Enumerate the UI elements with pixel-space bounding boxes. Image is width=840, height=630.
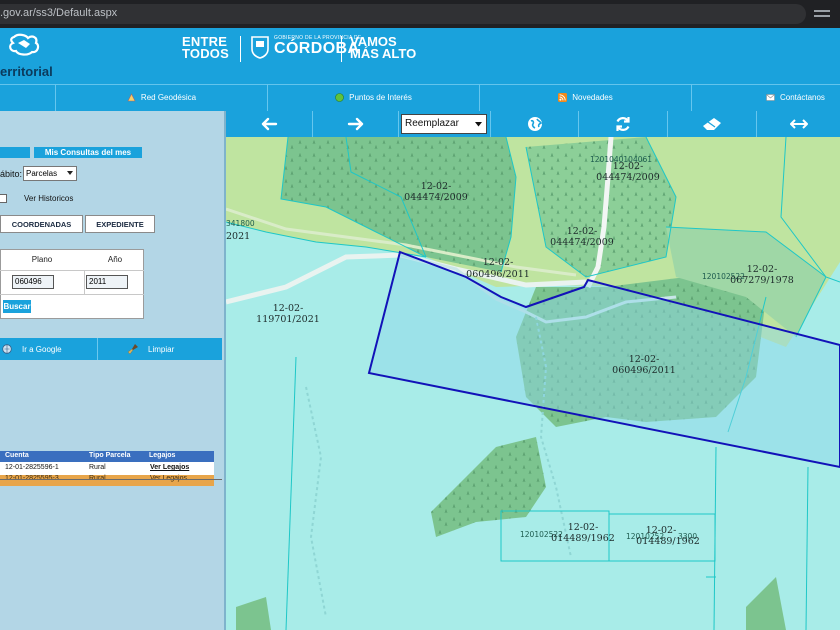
parcel-label: 12-02-	[483, 257, 514, 268]
parcel-label: 044474/2009	[550, 237, 614, 248]
brand-cordoba: CÓRDOBA	[274, 40, 360, 57]
nav-label: Novedades	[572, 93, 613, 102]
tab-mis-consultas[interactable]: Mis Consultas del mes	[34, 147, 142, 158]
parcel-label: 12-02-	[629, 354, 660, 365]
parcel-label: 12-02-	[273, 303, 304, 314]
coordenadas-button[interactable]: COORDENADAS	[0, 215, 83, 233]
row-cuenta: 12-01-2825596-1	[5, 464, 59, 471]
parcel-label: 060496/2011	[612, 365, 676, 376]
url-text: .gov.ar/ss3/Default.aspx	[0, 7, 118, 19]
geodesic-icon	[127, 93, 136, 102]
arrow-left-icon	[261, 117, 278, 131]
anio-header: Año	[107, 255, 123, 264]
historicos-label: Ver Historicos	[24, 194, 74, 203]
mail-icon	[766, 94, 775, 101]
brand-vamos-line2: MÁS ALTO	[350, 46, 417, 61]
rss-icon	[558, 93, 568, 102]
form-divider	[0, 270, 144, 271]
refresh-button[interactable]	[578, 111, 667, 137]
historicos-checkbox[interactable]	[0, 194, 7, 203]
brand-separator	[240, 36, 241, 62]
plano-input[interactable]: 060496	[12, 275, 54, 289]
parcel-label: 014489/1962	[551, 533, 615, 544]
broom-icon[interactable]	[127, 343, 139, 355]
brand-entre-line2: TODOS	[182, 46, 229, 61]
nav-label: Contáctanos	[780, 93, 825, 102]
form-divider	[0, 294, 144, 295]
measure-icon	[789, 119, 808, 129]
arrow-right-icon	[347, 117, 363, 131]
col-legajos: Legajos	[149, 452, 176, 459]
parcel-label: 12-02-	[747, 264, 778, 275]
ir-a-google-link[interactable]: Ir a Google	[22, 345, 62, 354]
parcel-label: 12-02-	[646, 525, 677, 536]
url-field[interactable]	[0, 4, 806, 24]
nav-label: Puntos de Interés	[349, 93, 412, 102]
google-globe-icon[interactable]	[2, 344, 12, 354]
nav-item-contactanos[interactable]: Contáctanos	[691, 84, 840, 111]
ambito-select[interactable]: Parcelas	[23, 166, 77, 181]
parcel-code: 341800	[226, 219, 255, 228]
parcel-label: 12-02-	[613, 161, 644, 172]
forward-button[interactable]	[312, 111, 398, 137]
parcel-label: 2021	[226, 231, 250, 242]
brand-vamos-mas-alto: VAMOS MÁS ALTO	[350, 35, 417, 61]
tab-consultas-left[interactable]	[0, 147, 30, 158]
nav-item-red-geodesica[interactable]: Red Geodésica	[55, 84, 267, 111]
poi-icon	[335, 93, 344, 102]
province-seal-icon	[251, 36, 269, 59]
nav-label: Red Geodésica	[140, 93, 197, 102]
ver-legajos-link[interactable]: Ver Legajos	[150, 464, 189, 471]
limpiar-link[interactable]: Limpiar	[148, 345, 174, 354]
brand-separator	[341, 36, 342, 62]
nav-item-novedades[interactable]: Novedades	[479, 84, 691, 111]
parcel-label: 067279/1978	[730, 275, 794, 286]
expediente-button[interactable]: EXPEDIENTE	[85, 215, 155, 233]
form-divider	[84, 270, 85, 294]
brand-entre-todos: ENTRE TODOS	[182, 35, 229, 61]
map-logo-icon[interactable]	[6, 31, 46, 59]
ambito-value: Parcelas	[26, 169, 58, 178]
parcel-label: 12-02-	[421, 181, 452, 192]
selection-mode-value: Reemplazar	[405, 118, 459, 129]
eraser-button[interactable]	[667, 111, 756, 137]
cadastral-map[interactable]: 12-02- 044474/2009 1201040104061 12-02- …	[226, 137, 840, 630]
site-header	[0, 28, 840, 84]
parcel-label: 119701/2021	[256, 314, 320, 325]
row-tipo: Rural	[89, 464, 106, 471]
parcel-label: 014489/1962	[636, 536, 700, 547]
globe-icon	[527, 117, 542, 131]
eraser-icon	[703, 118, 721, 130]
site-title: erritorial	[0, 64, 53, 79]
ambito-label: ábito:	[0, 169, 23, 179]
parcel-label: 044474/2009	[596, 172, 660, 183]
search-sidebar	[0, 111, 224, 630]
parcel-label: 060496/2011	[466, 269, 530, 280]
chevron-down-icon	[475, 122, 482, 127]
buscar-button[interactable]: Buscar	[3, 300, 31, 313]
nav-item-blank[interactable]	[0, 84, 55, 111]
back-button[interactable]	[226, 111, 312, 137]
browser-menu-icon[interactable]	[812, 8, 832, 20]
chevron-down-icon	[67, 171, 73, 175]
parcel-label: 12-02-	[568, 522, 599, 533]
parcel-label: 12-02-	[567, 226, 598, 237]
refresh-icon	[616, 117, 630, 131]
action-separator	[97, 338, 98, 360]
col-tipo-parcela: Tipo Parcela	[89, 452, 131, 459]
plano-header: Plano	[31, 255, 53, 264]
selection-mode-select[interactable]: Reemplazar	[401, 114, 487, 134]
col-cuenta: Cuenta	[5, 452, 29, 459]
results-divider	[0, 479, 222, 480]
parcel-label: 044474/2009	[404, 192, 468, 203]
globe-button[interactable]	[490, 111, 578, 137]
nav-item-puntos-interes[interactable]: Puntos de Interés	[267, 84, 479, 111]
measure-button[interactable]	[756, 111, 840, 137]
anio-input[interactable]: 2011	[86, 275, 128, 289]
